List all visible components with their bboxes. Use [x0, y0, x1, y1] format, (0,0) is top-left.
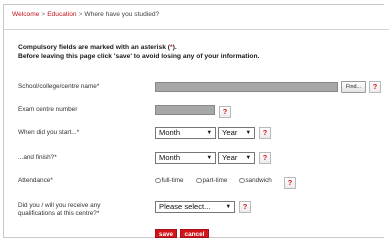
start-year-value: Year [222, 128, 238, 137]
exam-centre-label: Exam centre number [18, 106, 78, 113]
radio-icon [196, 177, 202, 183]
school-help-button[interactable]: ? [369, 81, 381, 93]
notice-line1-suffix: ). [172, 44, 177, 51]
start-label: When did you start...* [18, 129, 80, 136]
finish-year-value: Year [222, 153, 238, 162]
chevron-down-icon: ▼ [245, 130, 251, 136]
finish-help-button[interactable]: ? [259, 152, 271, 164]
exam-centre-help-button[interactable]: ? [219, 106, 231, 118]
exam-centre-input[interactable] [155, 105, 215, 115]
divider [4, 29, 389, 30]
finish-label: ...and finish?* [18, 154, 57, 161]
qualifications-select[interactable]: Please select... ▼ [155, 201, 235, 213]
radio-full-time-label: full-time [161, 177, 184, 184]
attendance-label: Attendance* [18, 177, 53, 184]
breadcrumb-separator: > [78, 11, 83, 18]
chevron-down-icon: ▼ [225, 204, 231, 210]
start-year-select[interactable]: Year ▼ [218, 127, 255, 139]
qualifications-help-button[interactable]: ? [239, 201, 251, 213]
radio-icon [155, 177, 161, 183]
radio-sandwich[interactable]: sandwich [239, 177, 272, 184]
breadcrumb-welcome[interactable]: Welcome [12, 11, 39, 18]
radio-part-time[interactable]: part-time [196, 177, 227, 184]
finish-month-value: Month [159, 153, 181, 162]
qualifications-label-line2: qualifications at this centre?* [18, 210, 100, 217]
notice-line1-prefix: Compulsory fields are marked with an ast… [18, 44, 171, 51]
breadcrumb-separator: > [41, 11, 46, 18]
breadcrumb-current: Where have you studied? [84, 11, 160, 18]
start-month-value: Month [159, 128, 181, 137]
qualifications-label-line1: Did you / will you receive any [18, 202, 101, 209]
chevron-down-icon: ▼ [206, 155, 212, 161]
chevron-down-icon: ▼ [206, 130, 212, 136]
qualifications-value: Please select... [159, 202, 211, 211]
find-button[interactable]: Find... [341, 81, 366, 93]
compulsory-notice: Compulsory fields are marked with an ast… [18, 44, 259, 61]
radio-part-time-label: part-time [202, 177, 228, 184]
finish-year-select[interactable]: Year ▼ [218, 152, 255, 164]
start-month-select[interactable]: Month ▼ [155, 127, 216, 139]
school-label: School/college/centre name* [18, 83, 100, 90]
radio-sandwich-label: sandwich [245, 177, 272, 184]
save-button[interactable]: save [155, 229, 177, 238]
radio-icon [239, 177, 245, 183]
notice-line2: Before leaving this page click 'save' to… [18, 52, 260, 60]
start-help-button[interactable]: ? [259, 127, 271, 139]
breadcrumb-education[interactable]: Education [47, 11, 76, 18]
cancel-button[interactable]: cancel [180, 229, 209, 238]
chevron-down-icon: ▼ [245, 155, 251, 161]
qualifications-label: Did you / will you receive any qualifica… [18, 202, 100, 218]
finish-month-select[interactable]: Month ▼ [155, 152, 216, 164]
school-name-input[interactable] [155, 82, 338, 92]
breadcrumb: Welcome > Education > Where have you studied… [12, 11, 159, 18]
attendance-help-button[interactable]: ? [284, 177, 296, 189]
radio-full-time[interactable]: full-time [155, 177, 184, 184]
